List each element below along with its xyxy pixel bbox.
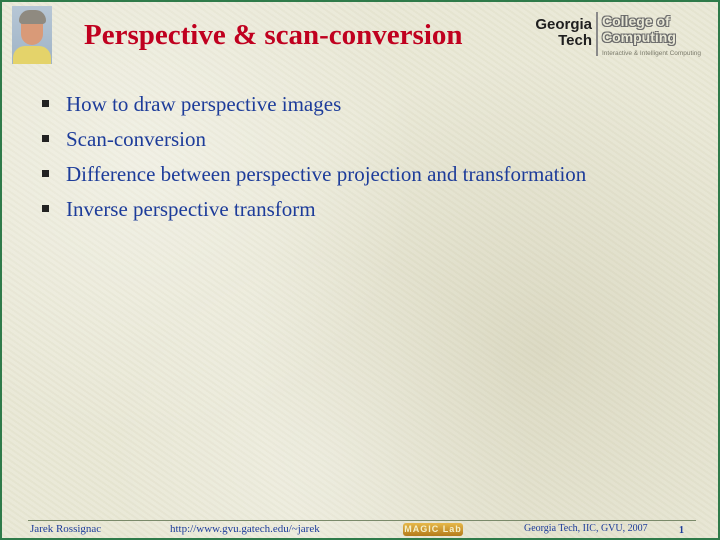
bullet-list: How to draw perspective images Scan-conv… [40, 92, 586, 232]
bullet-item: How to draw perspective images [40, 92, 586, 127]
footer-url: http://www.gvu.gatech.edu/~jarek [170, 523, 320, 535]
footer-affiliation: Georgia Tech, IIC, GVU, 2007 [524, 523, 648, 534]
bullet-item: Inverse perspective transform [40, 197, 586, 232]
square-bullet-icon [42, 135, 49, 142]
page-number: 1 [679, 525, 684, 536]
footer-divider [28, 520, 696, 521]
author-photo [12, 6, 52, 64]
photo-hair [19, 10, 46, 24]
square-bullet-icon [42, 205, 49, 212]
footer-author: Jarek Rossignac [30, 523, 102, 535]
magic-lab-logo: MAGIC Lab [403, 523, 463, 536]
slide-border [0, 0, 720, 540]
slide-title: Perspective & scan-conversion [84, 19, 463, 51]
logo-computing: Computing [602, 29, 676, 45]
bullet-item: Difference between perspective projectio… [40, 162, 586, 197]
bullet-text: Scan-conversion [66, 127, 206, 151]
logo-tech: Tech [558, 32, 592, 49]
bullet-text: How to draw perspective images [66, 92, 342, 116]
square-bullet-icon [42, 170, 49, 177]
bullet-text: Difference between perspective projectio… [66, 162, 587, 186]
photo-shirt [13, 46, 51, 64]
logo-divider [596, 12, 598, 56]
logo-georgia: Georgia [535, 16, 592, 33]
square-bullet-icon [42, 100, 49, 107]
georgia-tech-logo: Georgia Tech College of Computing Intera… [528, 12, 708, 64]
bullet-item: Scan-conversion [40, 127, 586, 162]
logo-college: College of [602, 13, 670, 29]
bullet-text: Inverse perspective transform [66, 197, 316, 221]
logo-tagline: Interactive & Intelligent Computing [602, 50, 701, 57]
